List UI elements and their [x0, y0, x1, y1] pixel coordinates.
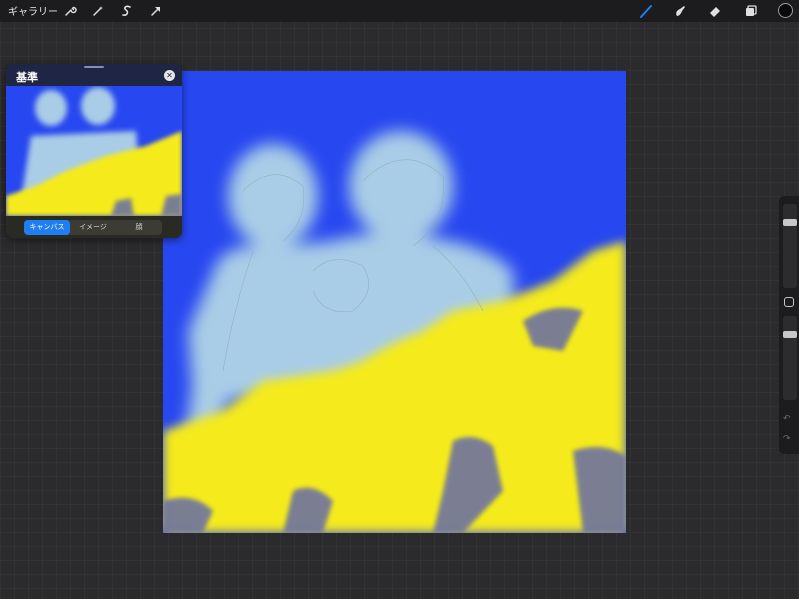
drag-handle[interactable] — [84, 66, 104, 68]
reference-tab-bar: キャンバス イメージ 顔 — [6, 216, 182, 238]
close-icon[interactable]: ✕ — [164, 70, 175, 81]
reference-segmented-control: キャンバス イメージ 顔 — [24, 220, 162, 235]
brush-icon[interactable] — [637, 2, 655, 20]
modify-button[interactable] — [784, 297, 794, 307]
eraser-icon[interactable] — [706, 2, 724, 20]
gallery-button[interactable]: ギャラリー — [8, 3, 58, 18]
undo-icon[interactable]: ↶ — [783, 414, 791, 424]
transform-arrow-icon[interactable] — [147, 2, 165, 20]
top-toolbar: ギャラリー — [0, 0, 799, 22]
side-toolbar: ↶ ↷ — [779, 196, 799, 454]
drawing-canvas[interactable] — [163, 71, 626, 533]
tab-image[interactable]: イメージ — [70, 220, 116, 235]
tab-canvas[interactable]: キャンバス — [24, 220, 70, 235]
reference-preview — [6, 86, 182, 216]
selection-icon[interactable] — [118, 2, 136, 20]
brush-size-thumb[interactable] — [783, 219, 797, 227]
opacity-slider[interactable] — [783, 316, 797, 400]
color-picker-button[interactable] — [778, 3, 793, 18]
tab-face[interactable]: 顔 — [116, 220, 162, 235]
reference-window[interactable]: 基準 ✕ キャンバス イメージ 顔 — [6, 64, 182, 238]
redo-icon[interactable]: ↷ — [783, 434, 791, 444]
layers-icon[interactable] — [742, 2, 760, 20]
opacity-thumb[interactable] — [783, 331, 797, 339]
canvas-artwork — [163, 71, 626, 533]
magic-wand-icon[interactable] — [89, 2, 107, 20]
brush-size-slider[interactable] — [783, 204, 797, 288]
reference-title: 基準 — [16, 71, 38, 84]
smudge-icon[interactable] — [671, 2, 689, 20]
wrench-icon[interactable] — [61, 2, 79, 20]
